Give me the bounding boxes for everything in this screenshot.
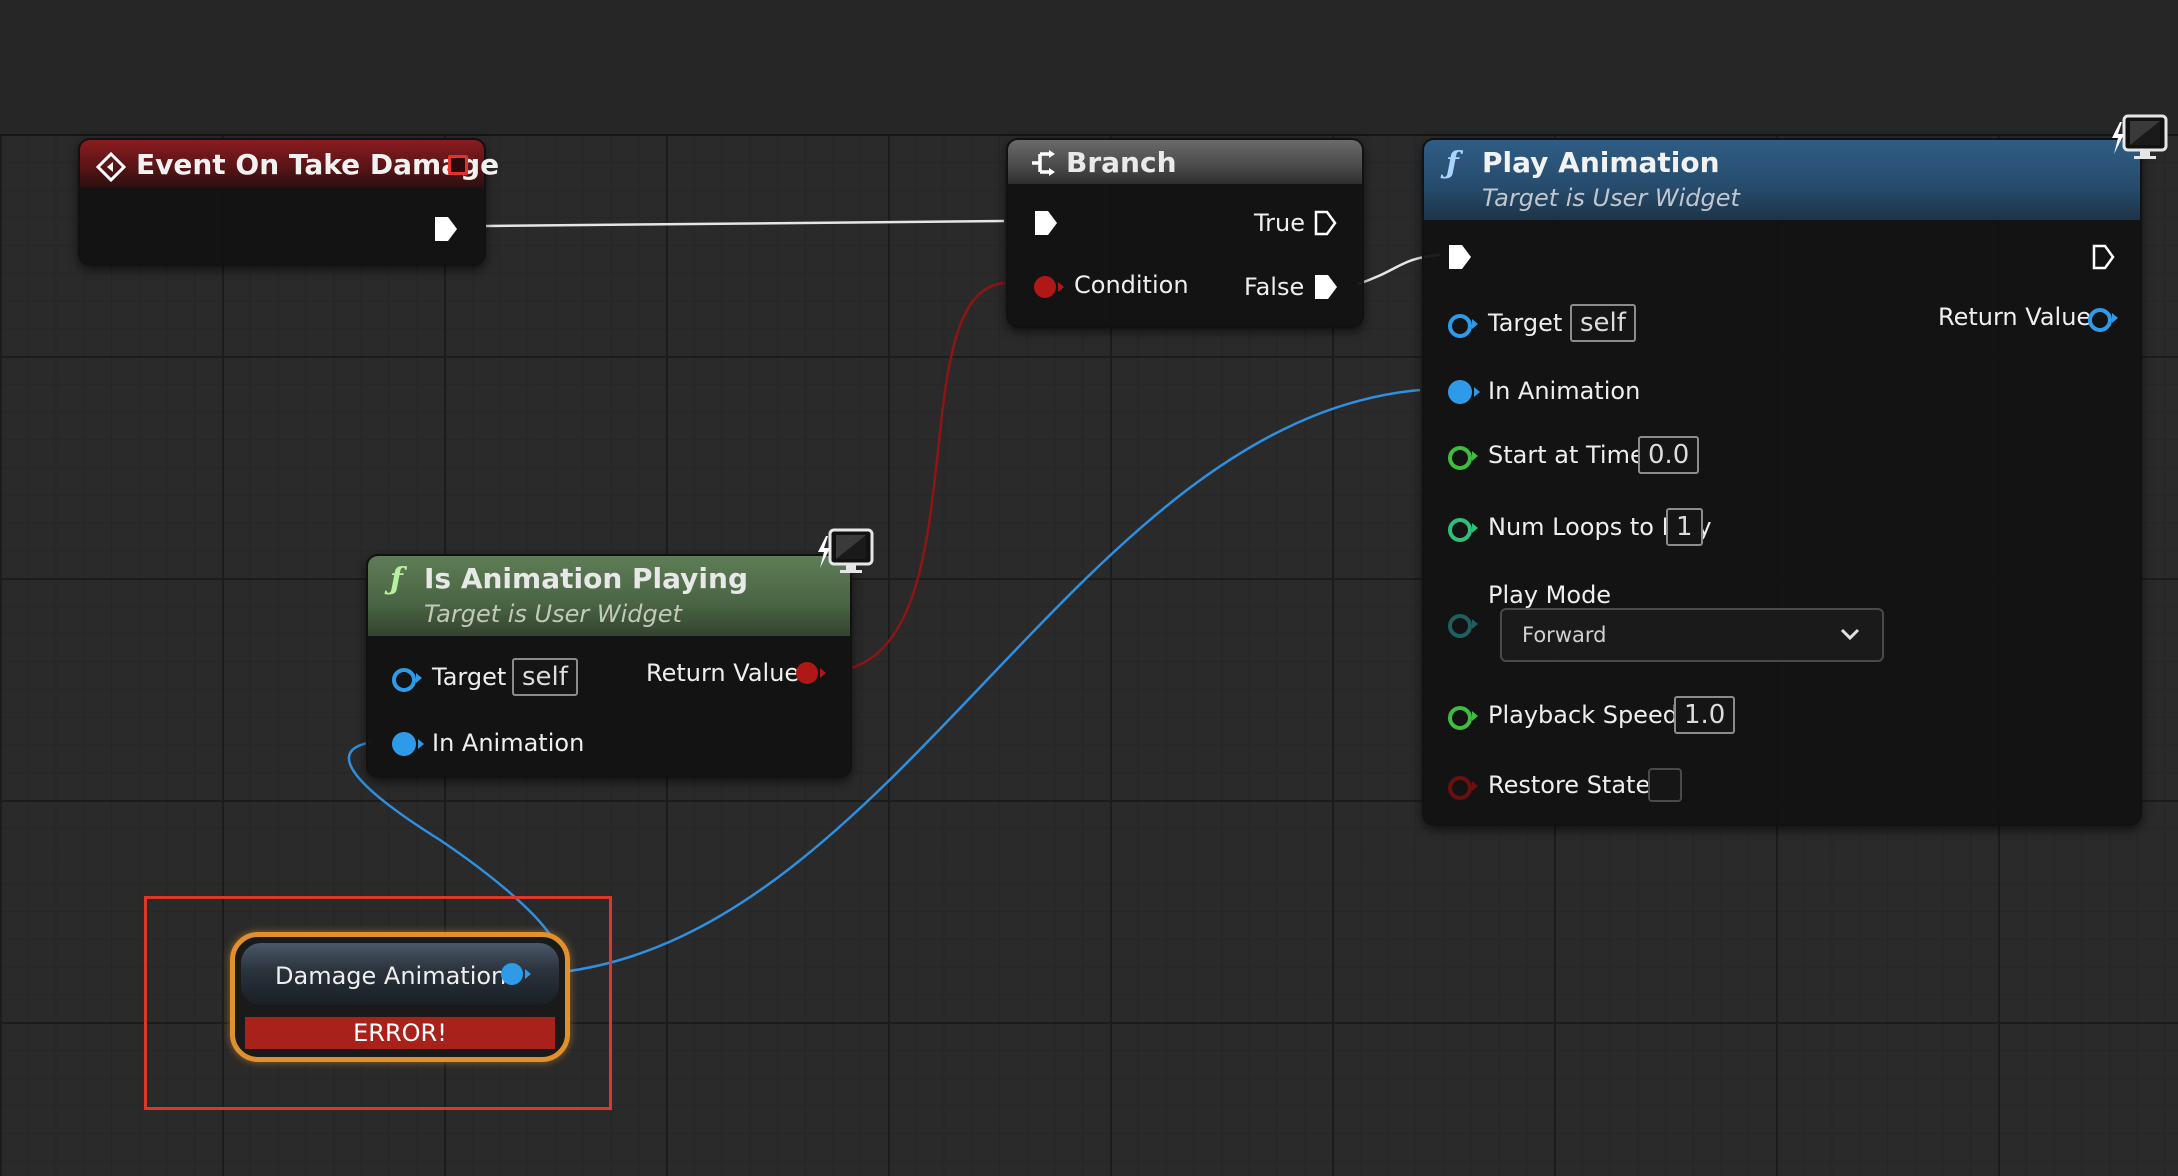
event-on-take-damage-node[interactable]: Event On Take Damage [78,138,499,266]
chevron-down-icon [1840,628,1860,641]
playback-speed-pin[interactable] [1448,706,1472,730]
branch-node-header: Branch [1008,140,1362,184]
condition-label: Condition [1074,271,1189,299]
variable-node-body: Damage Animation [241,943,559,1005]
return-value-label: Return Value [646,659,800,687]
play-animation-node[interactable]: ƒ Play Animation Target is User Widget T… [1422,138,2142,826]
playback-speed-pin-arrow [1472,711,1478,721]
output-pin[interactable] [501,963,523,985]
in-animation-pin-arrow [1474,387,1480,397]
in-animation-label: In Animation [1488,377,1641,405]
restore-state-checkbox[interactable] [1648,768,1682,802]
is-animation-playing-node[interactable]: ƒ Is Animation Playing Target is User Wi… [366,554,852,778]
widget-monitor-icon [2112,114,2168,159]
target-self-field[interactable]: self [1570,304,1636,342]
exec-wire-event-to-branch[interactable] [483,219,1005,228]
true-label: True [1254,209,1305,237]
target-pin-arrow [416,673,422,683]
editor-top-area [0,0,2178,136]
false-label: False [1244,273,1305,301]
widget-monitor-icon [818,528,874,573]
play-mode-dropdown[interactable]: Forward [1500,608,1884,662]
condition-pin-arrow [1058,282,1064,292]
play-animation-node-header: ƒ Play Animation Target is User Widget [1424,140,2140,220]
return-pin-arrow [2112,313,2118,323]
target-pin-arrow [1472,319,1478,329]
target-self-field[interactable]: self [512,658,578,696]
start-time-pin[interactable] [1448,446,1472,470]
return-value-pin[interactable] [2088,308,2112,332]
in-animation-pin[interactable] [392,732,416,756]
function-f-icon: ƒ [390,562,403,597]
play-animation-subtitle: Target is User Widget [1482,184,1740,212]
true-exec-output-pin[interactable] [1312,208,1340,238]
num-loops-pin-arrow [1472,523,1478,533]
branch-icon [1032,150,1055,176]
start-time-field[interactable]: 0.0 [1638,436,1700,474]
in-animation-pin[interactable] [1448,380,1472,404]
start-time-pin-arrow [1472,451,1478,461]
play-mode-pin[interactable] [1448,614,1472,638]
exec-input-pin[interactable] [1032,208,1060,238]
bool-wire-return-to-condition[interactable] [843,281,1006,672]
play-mode-pin-arrow [1472,619,1478,629]
false-exec-output-pin[interactable] [1312,272,1340,302]
exec-output-pin[interactable] [432,214,460,244]
is-playing-node-header: ƒ Is Animation Playing Target is User Wi… [368,556,850,636]
branch-node-title: Branch [1066,146,1177,179]
target-input-pin[interactable] [392,668,416,692]
error-banner: ERROR! [245,1017,555,1049]
playback-speed-label: Playback Speed [1488,701,1678,729]
return-pin-arrow [820,668,826,678]
error-text: ERROR! [353,1019,447,1047]
branch-node[interactable]: Branch True Condition False [1006,138,1364,328]
exec-input-pin[interactable] [1446,242,1474,272]
play-animation-title: Play Animation [1482,146,1720,179]
exec-output-pin[interactable] [2090,242,2118,272]
function-f-icon: ƒ [1446,146,1459,181]
target-label: Target [432,663,507,691]
in-animation-pin-arrow [418,739,424,749]
target-input-pin[interactable] [1448,314,1472,338]
return-value-label: Return Value [1938,303,2092,331]
return-value-pin[interactable] [796,662,818,684]
event-node-header: Event On Take Damage [80,140,499,188]
playback-speed-field[interactable]: 1.0 [1674,696,1736,734]
play-mode-value: Forward [1522,623,1607,647]
damage-animation-variable-node[interactable]: Damage Animation ERROR! [230,932,570,1062]
play-mode-label: Play Mode [1488,581,1612,609]
is-playing-subtitle: Target is User Widget [424,600,682,628]
num-loops-field[interactable]: 1 [1666,508,1703,546]
start-time-label: Start at Time [1488,441,1645,469]
restore-state-pin-arrow [1472,781,1478,791]
output-pin-arrow [525,969,531,979]
is-playing-title: Is Animation Playing [424,562,748,595]
restore-state-label: Restore State [1488,771,1651,799]
event-node-title: Event On Take Damage [136,148,500,181]
event-diamond-icon [96,152,126,182]
condition-pin[interactable] [1034,276,1056,298]
in-animation-label: In Animation [432,729,585,757]
restore-state-pin[interactable] [1448,776,1472,800]
num-loops-pin[interactable] [1448,518,1472,542]
damage-animation-label: Damage Animation [275,962,507,990]
delegate-pin-icon[interactable] [448,155,468,175]
target-label: Target [1488,309,1563,337]
